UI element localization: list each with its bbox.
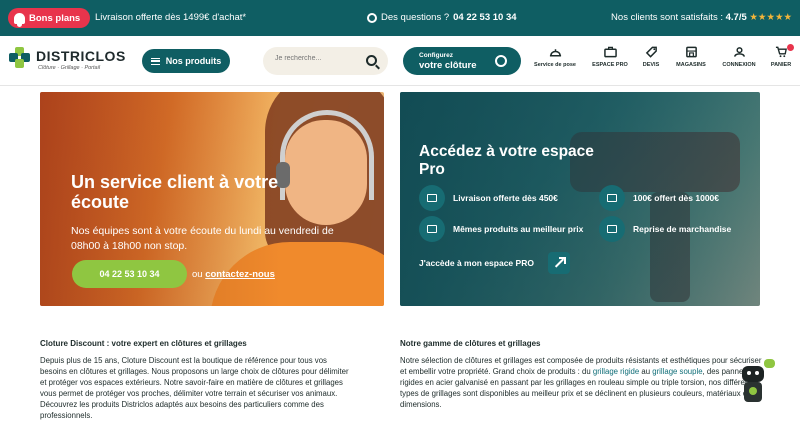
feature-label: Mêmes produits au meilleur prix (453, 224, 584, 234)
nav-panier[interactable]: PANIER (756, 44, 800, 68)
feature-label: 100€ offert dès 1000€ (633, 193, 719, 203)
nav-label: PANIER (770, 62, 792, 68)
support-icon (367, 12, 377, 23)
service-client-banner[interactable]: Un service client à votre écoute Nos équ… (40, 92, 384, 306)
districlos-logo-icon[interactable] (9, 47, 31, 69)
grillage-rigide-link[interactable]: grillage rigide (593, 367, 639, 376)
feature-offert: 100€ offert dès 1000€ (599, 185, 719, 211)
nav-label: ESPACE PRO (592, 62, 628, 68)
nav-label: CONNEXION (722, 62, 756, 68)
gamme-title: Notre gamme de clôtures et grillages (400, 339, 541, 348)
cart-badge (787, 44, 794, 51)
briefcase-icon (603, 46, 617, 58)
free-delivery-notice: Livraison offerte dès 1499€ d'achat* (95, 12, 247, 23)
nav-magasins[interactable]: MAGASINS (666, 46, 716, 68)
service-client-title: Un service client à votre écoute (71, 172, 279, 212)
questions-label: Des questions ? (381, 12, 450, 23)
contact-alternative: ou contactez-nous (192, 269, 275, 280)
nos-produits-label: Nos produits (165, 56, 222, 66)
expert-section: Cloture Discount : votre expert en clôtu… (40, 338, 355, 421)
customer-rating: Nos clients sont satisfaits : 4.7/5 ★★★★… (611, 12, 792, 23)
contact-phone[interactable]: Des questions ? 04 22 53 10 34 (367, 12, 517, 23)
contactez-nous-link[interactable]: contactez-nous (205, 269, 275, 280)
chat-bubble-icon (764, 359, 775, 368)
gamme-section: Notre gamme de clôtures et grillages Not… (400, 338, 762, 410)
arrow-up-right-icon[interactable] (547, 252, 570, 274)
truck-icon (419, 185, 445, 211)
expert-title: Cloture Discount : votre expert en clôtu… (40, 339, 247, 348)
nav-label: Service de pose (534, 62, 576, 68)
expert-text: Depuis plus de 15 ans, Cloture Discount … (40, 356, 349, 420)
espace-pro-cta[interactable]: J'accède à mon espace PRO (419, 252, 570, 274)
tag-icon (645, 46, 657, 58)
robot-body (744, 382, 762, 402)
search-bar[interactable] (263, 47, 388, 75)
service-client-description: Nos équipes sont à votre écoute du lundi… (71, 225, 334, 252)
box-icon (599, 216, 625, 242)
logo-tagline: Clôture · Grillage · Portail (38, 65, 101, 71)
nav-label: DEVIS (642, 62, 660, 68)
price-tag-icon (419, 216, 445, 242)
feature-livraison: Livraison offerte dès 450€ (419, 185, 558, 211)
rating-stars-icon: ★★★★★ (749, 12, 792, 23)
configurator-icon (495, 55, 507, 67)
header-nav: Service de pose ESPACE PRO DEVIS MAGASIN… (530, 44, 800, 78)
gift-icon (599, 185, 625, 211)
config-line2: votre clôture (419, 60, 477, 71)
chatbot-launcher[interactable] (738, 359, 778, 404)
user-icon (733, 47, 745, 57)
top-announcement-bar: Bons plans Livraison offerte dès 1499€ d… (0, 0, 800, 36)
espace-pro-banner[interactable]: Accédez à votre espace Pro Livraison off… (400, 92, 760, 306)
nav-label: MAGASINS (676, 62, 706, 68)
helmet-icon (549, 49, 561, 57)
feature-prix: Mêmes produits au meilleur prix (419, 216, 583, 242)
grillage-souple-link[interactable]: grillage souple (652, 367, 702, 376)
nav-service-de-pose[interactable]: Service de pose (530, 46, 580, 68)
robot-icon (742, 366, 764, 382)
bell-icon (14, 12, 25, 27)
store-icon (685, 46, 697, 58)
topbar-phone-number[interactable]: 04 22 53 10 34 (453, 12, 516, 23)
call-phone-button[interactable]: 04 22 53 10 34 (72, 260, 187, 288)
rating-label: Nos clients sont satisfaits : (611, 12, 723, 23)
configurez-cloture-button[interactable]: Configurez votre clôture (403, 47, 521, 75)
config-line1: Configurez (419, 52, 453, 59)
menu-icon (150, 57, 160, 65)
ou-label: ou (192, 269, 203, 280)
gamme-text-part: au (639, 367, 653, 376)
espace-pro-cta-label[interactable]: J'accède à mon espace PRO (419, 258, 534, 268)
feature-reprise: Reprise de marchandise (599, 216, 731, 242)
bons-plans-button[interactable]: Bons plans (8, 8, 91, 28)
search-input[interactable] (275, 55, 355, 62)
cart-icon (775, 46, 787, 58)
search-icon[interactable] (366, 55, 377, 66)
feature-label: Livraison offerte dès 450€ (453, 193, 558, 203)
rating-value: 4.7/5 (725, 12, 747, 23)
feature-label: Reprise de marchandise (633, 224, 732, 234)
espace-pro-title: Accédez à votre espace Pro (419, 143, 594, 178)
nos-produits-button[interactable]: Nos produits (142, 49, 230, 73)
main-header: DISTRICLOS Clôture · Grillage · Portail … (0, 36, 800, 86)
logo-wordmark[interactable]: DISTRICLOS (36, 48, 126, 64)
gamme-text: Notre sélection de clôtures et grillages… (400, 355, 762, 410)
bons-plans-label: Bons plans (29, 12, 81, 24)
